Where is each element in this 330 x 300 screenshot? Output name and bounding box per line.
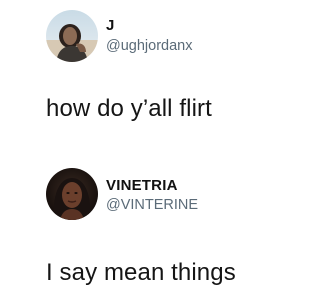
tweet-1: J @ughjordanx how do y’all flirt — [0, 0, 330, 150]
avatar[interactable] — [46, 168, 98, 220]
tweet-text: how do y’all flirt — [46, 95, 212, 122]
profile-photo-icon — [46, 168, 98, 220]
display-name[interactable]: J — [106, 17, 115, 34]
tweet-2: VINETRIA @VINTERINE I say mean things — [0, 150, 330, 300]
avatar[interactable] — [46, 10, 98, 62]
profile-photo-icon — [46, 10, 98, 62]
tweet-text: I say mean things — [46, 259, 236, 286]
user-handle[interactable]: @VINTERINE — [106, 197, 198, 213]
display-name[interactable]: VINETRIA — [106, 177, 178, 194]
user-handle[interactable]: @ughjordanx — [106, 38, 192, 54]
